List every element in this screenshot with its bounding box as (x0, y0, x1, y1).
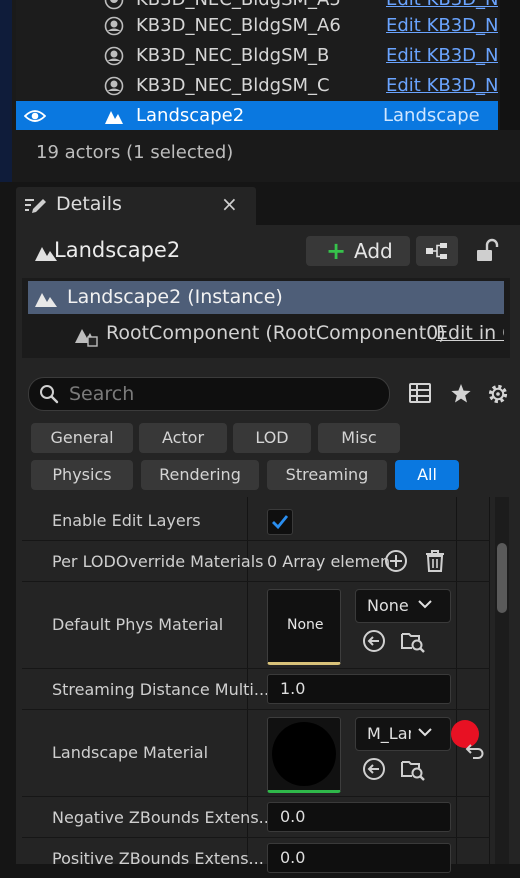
combo-value: None (367, 596, 409, 615)
static-mesh-actor-icon (104, 16, 124, 36)
search-input[interactable] (67, 381, 381, 407)
blueprint-button[interactable] (416, 236, 458, 266)
outliner-row-edit-link[interactable]: Edit KB3D_N (386, 15, 498, 36)
array-count: 0 Array elemen (267, 552, 391, 571)
add-button-label: Add (354, 239, 393, 263)
property-row: Enable Edit Layers (22, 500, 490, 541)
details-scrollbar-thumb[interactable] (497, 543, 507, 613)
field-value: 0.0 (280, 848, 306, 867)
search-icon (40, 385, 59, 404)
browse-asset-icon[interactable] (400, 756, 426, 782)
material-sphere-preview (272, 722, 336, 786)
outliner-row-edit-link[interactable]: Edit KB3D_N (386, 0, 498, 10)
outliner-panel: KB3D_NEC_BldgSM_A5 Edit KB3D_N KB3D_NEC_… (0, 0, 520, 182)
outliner-row-name: KB3D_NEC_BldgSM_A5 (136, 0, 341, 10)
filter-general[interactable]: General (31, 423, 133, 453)
reset-to-default-icon[interactable] (465, 743, 485, 761)
outliner-row-name: KB3D_NEC_BldgSM_B (136, 45, 330, 66)
add-component-button[interactable]: + Add (306, 236, 410, 266)
use-selected-arrow-icon[interactable] (362, 629, 386, 653)
outliner-row-selected[interactable]: Landscape2 Landscape (16, 101, 498, 130)
filter-lod[interactable]: LOD (233, 423, 311, 453)
field-value: 0.0 (280, 807, 306, 826)
asset-picker-combo[interactable]: None (355, 589, 451, 623)
landscape-component-icon (75, 329, 98, 347)
trash-icon[interactable] (424, 549, 446, 573)
property-label: Streaming Distance Multi... (52, 680, 270, 699)
thumbnail-label: None (287, 617, 324, 633)
search-box[interactable] (28, 377, 390, 411)
field-value: 1.0 (280, 679, 306, 698)
filter-physics[interactable]: Physics (31, 460, 133, 490)
component-instance-label[interactable]: Landscape2 (Instance) (67, 286, 283, 308)
enable-edit-layers-checkbox[interactable] (267, 509, 293, 535)
tab-details-label: Details (56, 193, 122, 215)
actor-name: Landscape2 (54, 238, 181, 262)
browse-asset-icon[interactable] (400, 628, 426, 654)
visibility-eye-icon[interactable] (24, 107, 46, 125)
use-selected-arrow-icon[interactable] (362, 757, 386, 781)
close-tab-button[interactable]: × (221, 192, 238, 216)
viewport-edge (0, 0, 12, 182)
asset-picker-combo[interactable]: M_Landscape (355, 717, 451, 751)
outliner-row-name: KB3D_NEC_BldgSM_A6 (136, 15, 341, 36)
details-pencil-icon (25, 199, 46, 213)
asset-thumbnail[interactable]: None (267, 589, 341, 665)
material-thumbnail[interactable] (267, 717, 341, 793)
edit-in-cpp-link[interactable]: Edit in C++ (436, 322, 504, 344)
actor-count: 19 actors (1 selected) (36, 142, 234, 163)
outliner-row-name: KB3D_NEC_BldgSM_C (136, 75, 330, 96)
filter-actor[interactable]: Actor (139, 423, 227, 453)
static-mesh-actor-icon (104, 46, 124, 66)
outliner-scrollbar[interactable] (500, 0, 520, 130)
outliner-row-name: Landscape2 (136, 105, 245, 126)
outliner-row[interactable]: KB3D_NEC_BldgSM_B Edit KB3D_N (16, 41, 498, 71)
plus-icon: + (326, 237, 347, 265)
outliner-row-type: Landscape (383, 105, 480, 126)
property-label: Default Phys Material (52, 615, 224, 634)
filter-rendering[interactable]: Rendering (141, 460, 259, 490)
filter-misc[interactable]: Misc (318, 423, 400, 453)
gear-settings-icon[interactable] (486, 382, 510, 406)
streaming-distance-field[interactable]: 1.0 (267, 674, 451, 704)
chevron-down-icon (418, 600, 432, 609)
star-favorites-icon[interactable] (450, 383, 472, 404)
tab-details[interactable]: Details × (16, 187, 256, 225)
outliner-row[interactable]: KB3D_NEC_BldgSM_A6 Edit KB3D_N (16, 11, 498, 41)
outliner-row-edit-link[interactable]: Edit KB3D_N (386, 45, 498, 66)
property-label: Per LODOverride Materials (52, 552, 264, 571)
landscape-icon (105, 111, 123, 124)
negative-zbounds-field[interactable]: 0.0 (267, 802, 451, 832)
outliner-row-edit-link[interactable]: Edit KB3D_N (386, 75, 498, 96)
property-label: Positive ZBounds Extens... (52, 849, 264, 868)
property-row: Per LODOverride Materials (22, 541, 490, 582)
outliner-list: KB3D_NEC_BldgSM_A5 Edit KB3D_N KB3D_NEC_… (16, 0, 498, 130)
property-label: Negative ZBounds Extens... (52, 808, 274, 827)
landscape-icon (35, 293, 57, 307)
combo-value: M_Landscape (367, 724, 411, 743)
unlock-icon[interactable] (474, 238, 500, 264)
positive-zbounds-field[interactable]: 0.0 (267, 843, 451, 873)
property-label: Enable Edit Layers (52, 511, 201, 530)
static-mesh-actor-icon (104, 76, 124, 96)
root-component-label[interactable]: RootComponent (RootComponent0) (106, 322, 446, 344)
property-label: Landscape Material (52, 743, 209, 762)
add-element-icon[interactable] (384, 549, 408, 573)
table-view-icon[interactable] (409, 383, 431, 403)
filter-streaming[interactable]: Streaming (267, 460, 387, 490)
chevron-down-icon (418, 728, 432, 737)
outliner-row[interactable]: KB3D_NEC_BldgSM_C Edit KB3D_N (16, 71, 498, 101)
checkmark-icon (272, 515, 289, 530)
static-mesh-actor-icon (104, 0, 124, 10)
filter-all[interactable]: All (395, 460, 459, 490)
blueprint-hierarchy-icon (426, 243, 447, 259)
